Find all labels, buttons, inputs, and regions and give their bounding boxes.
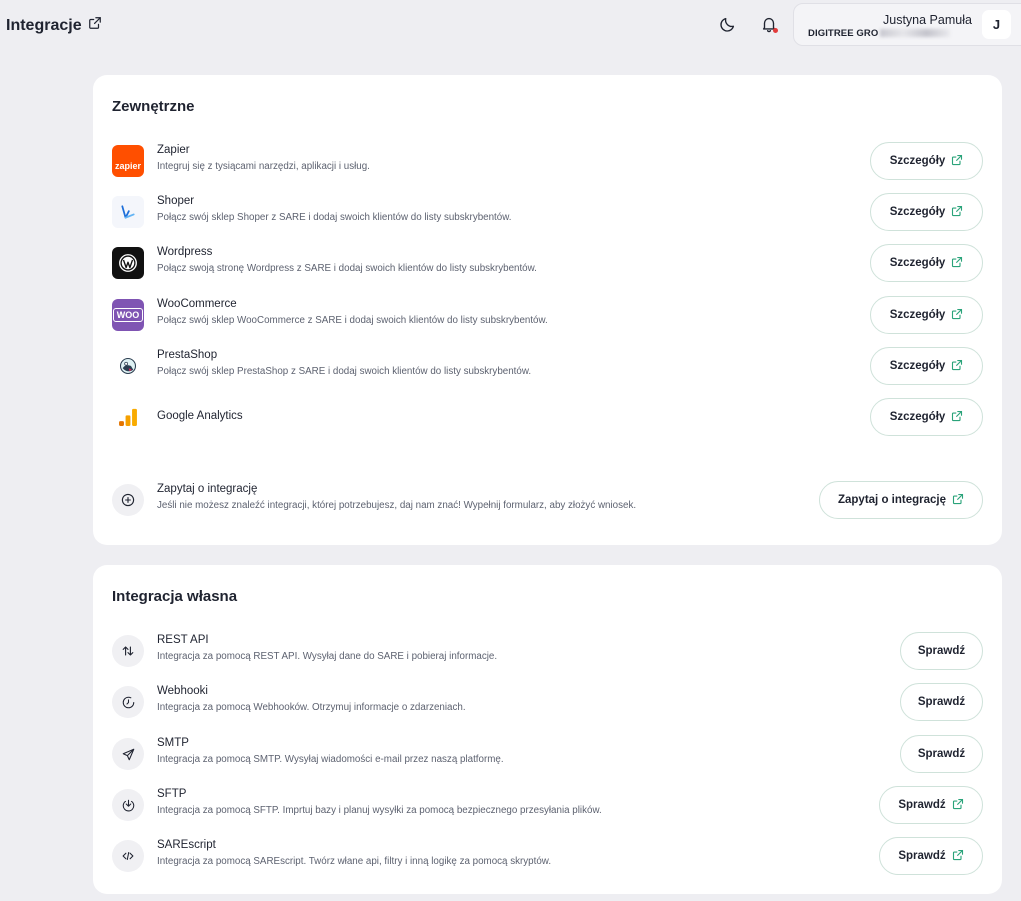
integration-name: SFTP bbox=[157, 788, 187, 800]
own-integrations-card: Integracja własna REST API Integracja za… bbox=[93, 565, 1002, 894]
external-link-icon bbox=[951, 205, 963, 220]
woocommerce-logo-icon: WOO bbox=[112, 299, 144, 331]
integration-row-shoper: Shoper Połącz swój sklep Shoper z SARE i… bbox=[112, 193, 983, 233]
integration-name: REST API bbox=[157, 634, 209, 646]
request-integration-button[interactable]: Zapytaj o integrację bbox=[819, 481, 983, 519]
prestashop-logo-icon bbox=[112, 350, 144, 382]
integration-row-rest-api: REST API Integracja za pomocą REST API. … bbox=[112, 632, 983, 672]
integration-row-sftp: SFTP Integracja za pomocą SFTP. Imprtuj … bbox=[112, 786, 983, 826]
integration-description: Integracja za pomocą Webhooków. Otrzymuj… bbox=[157, 702, 466, 713]
check-button-webhooki[interactable]: Sprawdź bbox=[900, 683, 983, 721]
zapier-logo-text: zapier bbox=[114, 161, 141, 171]
integration-row-smtp: SMTP Integracja za pomocą SMTP. Wysyłaj … bbox=[112, 735, 983, 775]
request-integration-name: Zapytaj o integrację bbox=[157, 483, 258, 495]
external-link-icon bbox=[951, 154, 963, 169]
avatar[interactable]: J bbox=[982, 10, 1011, 39]
top-bar: Integracje Justyna Pamuła DIGITREE GRO J bbox=[0, 0, 1021, 52]
details-button-label: Szczegóły bbox=[889, 360, 946, 372]
external-link-icon bbox=[951, 308, 963, 323]
blurred-org-text bbox=[880, 29, 951, 38]
external-link-icon bbox=[951, 359, 963, 374]
external-link-icon bbox=[952, 493, 964, 508]
woocommerce-logo-text: WOO bbox=[112, 308, 144, 322]
details-button-prestashop[interactable]: Szczegóły bbox=[870, 347, 983, 385]
integration-name: Shoper bbox=[157, 195, 195, 207]
integration-name: Wordpress bbox=[157, 246, 213, 258]
dark-mode-moon-icon[interactable] bbox=[718, 14, 738, 34]
integration-description: Integruj się z tysiącami narzędzi, aplik… bbox=[157, 161, 370, 172]
page-title-text: Integracje bbox=[6, 16, 82, 34]
integration-row-wordpress: Wordpress Połącz swoją stronę Wordpress … bbox=[112, 244, 983, 284]
check-button-sftp[interactable]: Sprawdź bbox=[879, 786, 983, 824]
integration-row-google-analytics: Google Analytics Szczegóły bbox=[112, 398, 983, 438]
request-integration-row: Zapytaj o integrację Jeśli nie możesz zn… bbox=[112, 481, 983, 521]
integration-name: Zapier bbox=[157, 144, 190, 156]
user-organization: DIGITREE GRO bbox=[808, 28, 951, 39]
details-button-label: Szczegóły bbox=[889, 411, 946, 423]
details-button-google-analytics[interactable]: Szczegóły bbox=[870, 398, 983, 436]
details-button-label: Szczegóły bbox=[889, 309, 946, 321]
code-icon bbox=[112, 840, 144, 872]
check-button-rest-api[interactable]: Sprawdź bbox=[900, 632, 983, 670]
own-section-title: Integracja własna bbox=[112, 588, 238, 605]
notification-bell-icon[interactable] bbox=[759, 14, 779, 34]
arrows-up-down-icon bbox=[112, 635, 144, 667]
external-link-icon[interactable] bbox=[88, 16, 102, 35]
integration-description: Połącz swój sklep WooCommerce z SARE i d… bbox=[157, 315, 548, 326]
details-button-shoper[interactable]: Szczegóły bbox=[870, 193, 983, 231]
integration-name: SAREscript bbox=[157, 839, 216, 851]
integration-row-zapier: zapier Zapier Integruj się z tysiącami n… bbox=[112, 142, 983, 182]
details-button-label: Szczegóły bbox=[889, 206, 946, 218]
integration-description: Połącz swój sklep PrestaShop z SARE i do… bbox=[157, 366, 532, 377]
integration-name: Google Analytics bbox=[157, 410, 243, 422]
user-name: Justyna Pamuła bbox=[883, 13, 972, 27]
details-button-zapier[interactable]: Szczegóły bbox=[870, 142, 983, 180]
check-button-label: Sprawdź bbox=[898, 850, 946, 862]
clock-icon bbox=[112, 686, 144, 718]
check-button-sarescript[interactable]: Sprawdź bbox=[879, 837, 983, 875]
integration-description: Integracja za pomocą REST API. Wysyłaj d… bbox=[157, 651, 498, 662]
integration-description: Połącz swoją stronę Wordpress z SARE i d… bbox=[157, 263, 537, 274]
integration-name: WooCommerce bbox=[157, 298, 237, 310]
integration-row-woocommerce: WOO WooCommerce Połącz swój sklep WooCom… bbox=[112, 296, 983, 336]
check-button-label: Sprawdź bbox=[917, 696, 966, 708]
integration-description: Integracja za pomocą SFTP. Imprtuj bazy … bbox=[157, 805, 602, 816]
shoper-logo-icon bbox=[112, 196, 144, 228]
external-integrations-card: Zewnętrzne zapier Zapier Integruj się z … bbox=[93, 75, 1002, 545]
check-button-label: Sprawdź bbox=[917, 748, 966, 760]
check-button-label: Sprawdź bbox=[917, 645, 966, 657]
external-section-title: Zewnętrzne bbox=[112, 98, 195, 115]
check-button-label: Sprawdź bbox=[898, 799, 946, 811]
request-integration-description: Jeśli nie możesz znaleźć integracji, któ… bbox=[157, 500, 637, 511]
zapier-logo-icon: zapier bbox=[112, 145, 144, 177]
user-menu[interactable]: Justyna Pamuła DIGITREE GRO J bbox=[793, 3, 1021, 46]
plus-circle-icon bbox=[112, 484, 144, 516]
send-icon bbox=[112, 738, 144, 770]
integration-row-prestashop: PrestaShop Połącz swój sklep PrestaShop … bbox=[112, 347, 983, 387]
details-button-label: Szczegóły bbox=[889, 155, 946, 167]
integration-description: Połącz swój sklep Shoper z SARE i dodaj … bbox=[157, 212, 512, 223]
notification-dot bbox=[773, 28, 778, 33]
download-circle-icon bbox=[112, 789, 144, 821]
integration-row-webhooki: Webhooki Integracja za pomocą Webhooków.… bbox=[112, 683, 983, 723]
external-link-icon bbox=[952, 849, 964, 864]
integration-name: PrestaShop bbox=[157, 349, 218, 361]
integration-name: SMTP bbox=[157, 737, 189, 749]
details-button-woocommerce[interactable]: Szczegóły bbox=[870, 296, 983, 334]
external-link-icon bbox=[951, 410, 963, 425]
request-integration-button-label: Zapytaj o integrację bbox=[837, 494, 946, 506]
wordpress-logo-icon bbox=[112, 247, 144, 279]
integration-description: Integracja za pomocą SAREscript. Twórz w… bbox=[157, 856, 552, 867]
page-title: Integracje bbox=[6, 16, 102, 35]
integration-name: Webhooki bbox=[157, 685, 208, 697]
details-button-label: Szczegóły bbox=[889, 257, 946, 269]
google-analytics-logo-icon bbox=[112, 401, 144, 433]
integration-row-sarescript: SAREscript Integracja za pomocą SAREscri… bbox=[112, 837, 983, 877]
details-button-wordpress[interactable]: Szczegóły bbox=[870, 244, 983, 282]
external-link-icon bbox=[952, 798, 964, 813]
integration-description: Integracja za pomocą SMTP. Wysyłaj wiado… bbox=[157, 754, 504, 765]
external-link-icon bbox=[951, 256, 963, 271]
check-button-smtp[interactable]: Sprawdź bbox=[900, 735, 983, 773]
